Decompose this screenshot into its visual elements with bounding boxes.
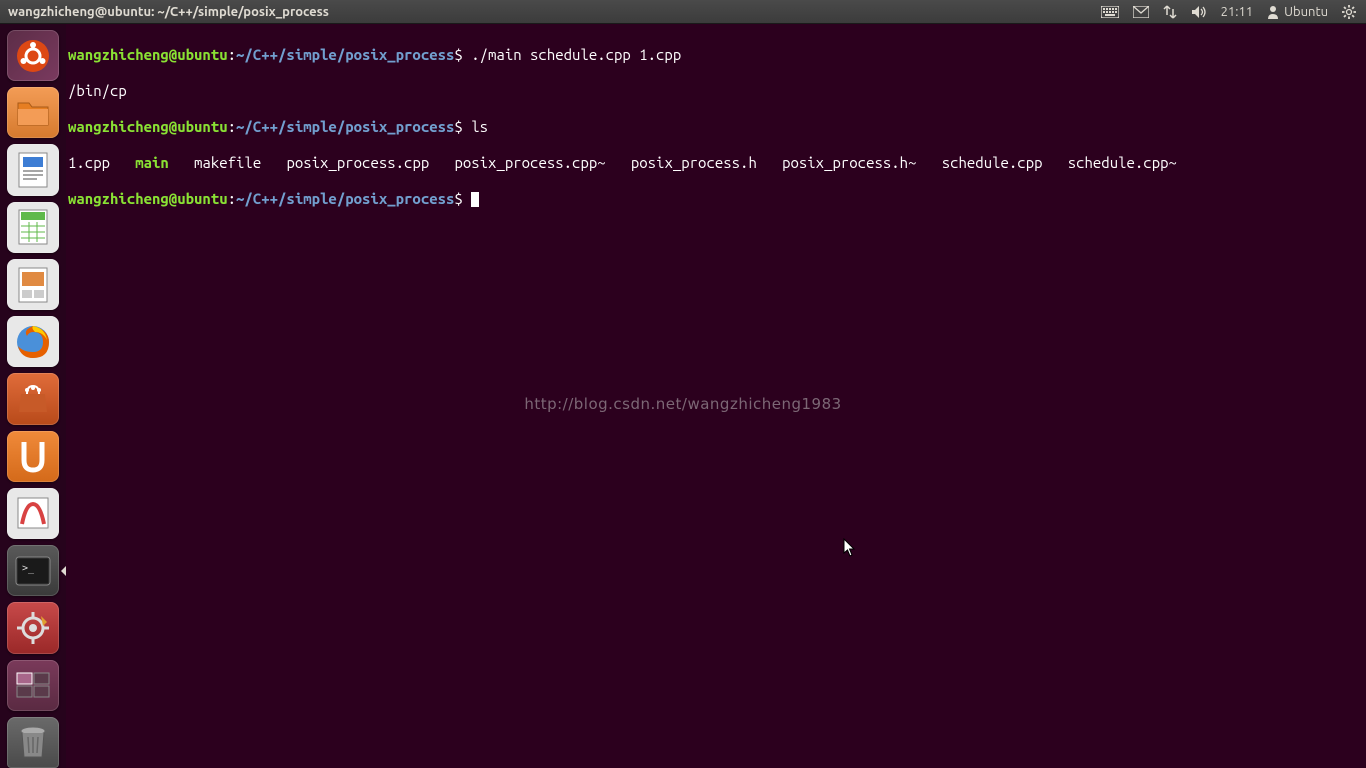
launcher-dash[interactable] <box>7 30 59 81</box>
terminal-icon: >_ <box>14 555 52 587</box>
document-icon <box>17 151 49 189</box>
launcher-calc[interactable] <box>7 202 59 253</box>
mail-icon[interactable] <box>1133 6 1149 18</box>
network-icon[interactable] <box>1163 5 1177 19</box>
gear-icon[interactable] <box>1342 5 1356 19</box>
u-one-icon <box>18 438 48 474</box>
launcher-workspace[interactable] <box>7 660 59 711</box>
ubuntu-logo-icon <box>15 38 51 74</box>
reader-icon <box>14 494 52 532</box>
svg-text:>_: >_ <box>22 563 35 574</box>
volume-icon[interactable] <box>1191 5 1207 19</box>
trash-icon <box>18 725 48 759</box>
user-menu[interactable]: Ubuntu <box>1267 5 1328 19</box>
bag-icon <box>15 384 51 414</box>
settings-icon <box>15 610 51 646</box>
launcher-settings[interactable] <box>7 602 59 653</box>
terminal-output: /bin/cp <box>68 82 1364 100</box>
prompt-path: ~/C++/simple/posix_process <box>236 46 454 63</box>
user-label: Ubuntu <box>1284 5 1328 19</box>
launcher-files[interactable] <box>7 87 59 138</box>
command-text: ./main schedule.cpp 1.cpp <box>471 46 681 63</box>
launcher-writer[interactable] <box>7 144 59 195</box>
watermark-text: http://blog.csdn.net/wangzhicheng1983 <box>524 395 841 413</box>
keyboard-icon[interactable] <box>1101 6 1119 18</box>
launcher-reader[interactable] <box>7 488 59 539</box>
command-text: ls <box>471 118 488 135</box>
clock-time[interactable]: 21:11 <box>1221 5 1254 19</box>
workspace-icon <box>15 671 51 699</box>
launcher-trash[interactable] <box>7 717 59 768</box>
prompt-user: wangzhicheng@ubuntu <box>68 46 228 63</box>
presentation-icon <box>17 266 49 304</box>
terminal-line: wangzhicheng@ubuntu:~/C++/simple/posix_p… <box>68 46 1364 64</box>
spreadsheet-icon <box>17 208 49 246</box>
launcher-firefox[interactable] <box>7 316 59 367</box>
indicator-area: 21:11 Ubuntu <box>1101 5 1362 19</box>
top-menu-bar: wangzhicheng@ubuntu: ~/C++/simple/posix_… <box>0 0 1366 24</box>
folder-icon <box>16 99 50 127</box>
firefox-icon <box>13 322 53 362</box>
terminal-line: wangzhicheng@ubuntu:~/C++/simple/posix_p… <box>68 190 1364 208</box>
launcher-software-center[interactable] <box>7 373 59 424</box>
launcher-terminal[interactable]: >_ <box>7 545 59 596</box>
cursor-block <box>471 192 479 207</box>
launcher: >_ <box>0 24 66 768</box>
user-icon <box>1267 5 1279 19</box>
window-title: wangzhicheng@ubuntu: ~/C++/simple/posix_… <box>4 5 329 19</box>
launcher-impress[interactable] <box>7 259 59 310</box>
ls-output: 1.cpp main makefile posix_process.cpp po… <box>68 154 1364 172</box>
launcher-ubuntu-one[interactable] <box>7 431 59 482</box>
terminal-line: wangzhicheng@ubuntu:~/C++/simple/posix_p… <box>68 118 1364 136</box>
